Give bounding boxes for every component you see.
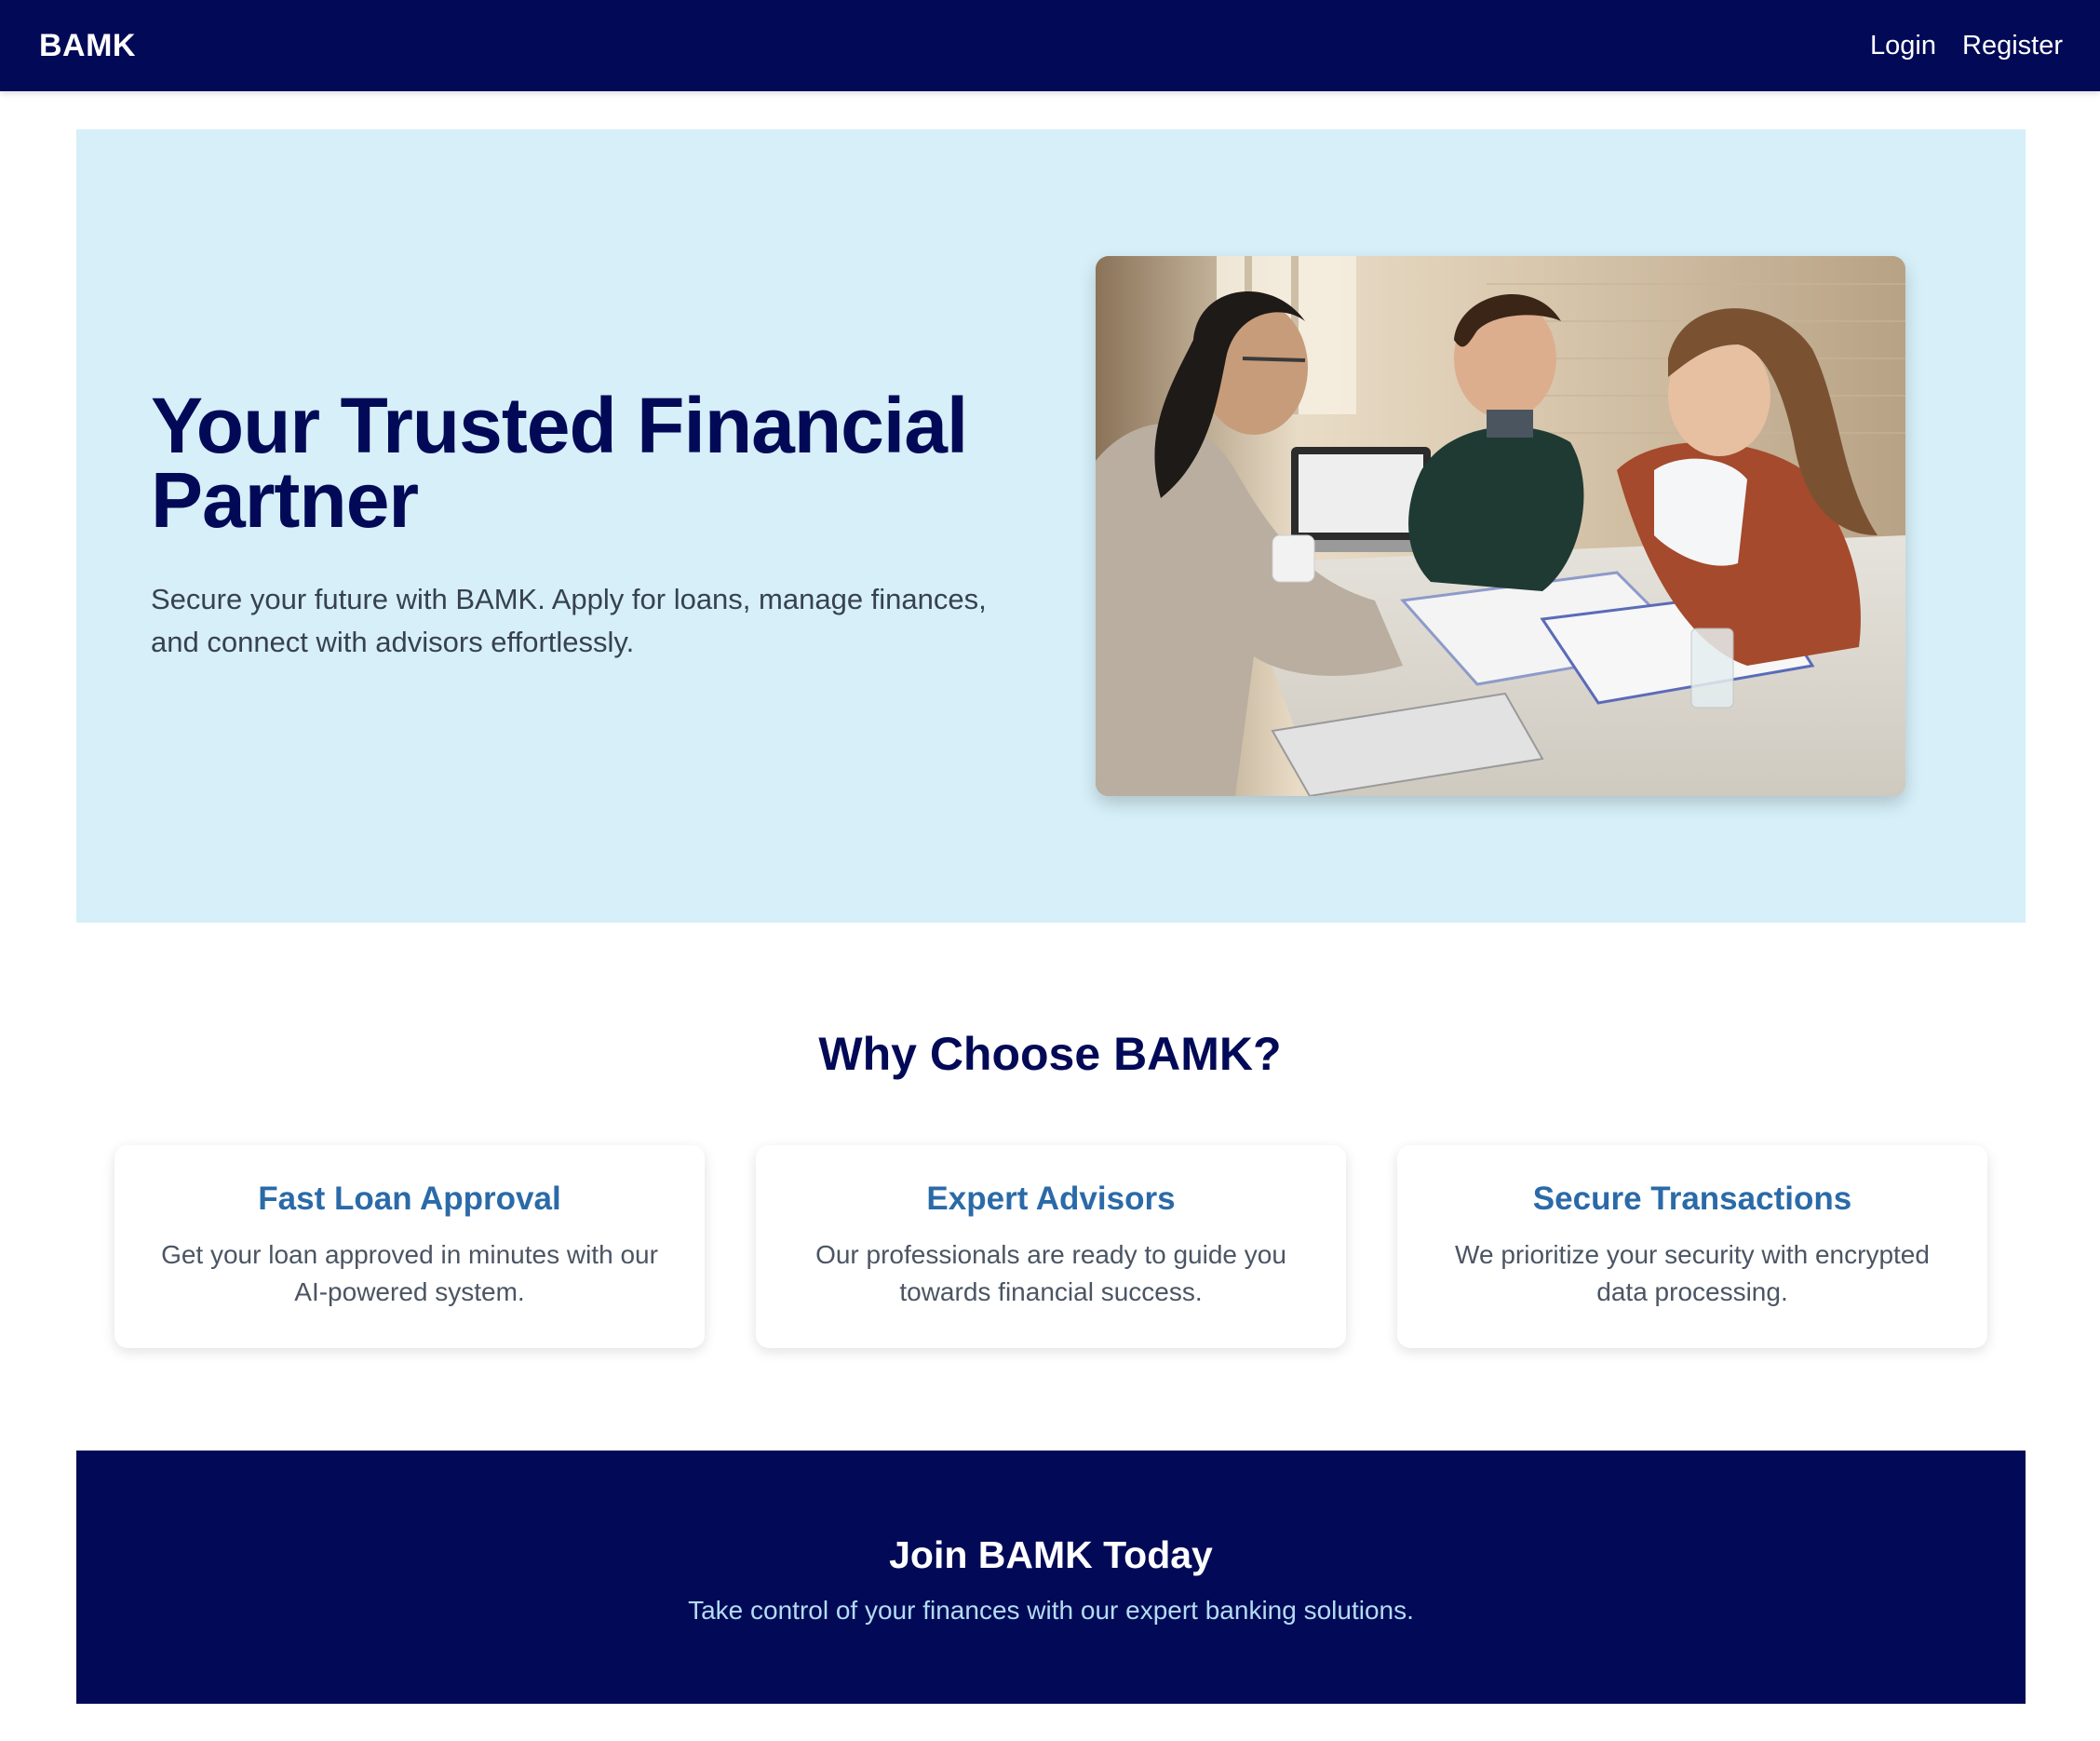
feature-card-title: Fast Loan Approval bbox=[258, 1181, 561, 1217]
feature-card-text: Get your loan approved in minutes with o… bbox=[161, 1240, 658, 1306]
brand-logo[interactable]: BAMK bbox=[39, 28, 136, 64]
feature-card-text: We prioritize your security with encrypt… bbox=[1455, 1240, 1930, 1306]
hero-image bbox=[1096, 256, 1905, 796]
hero-title: Your Trusted Financial Partner bbox=[151, 382, 968, 544]
hero-text: Your Trusted Financial Partner Secure yo… bbox=[151, 382, 1091, 664]
cta-title: Join BAMK Today bbox=[889, 1533, 1213, 1576]
advisor-meeting-photo bbox=[1096, 256, 1905, 796]
login-link[interactable]: Login bbox=[1870, 31, 1936, 61]
cta-subtitle: Take control of your finances with our e… bbox=[688, 1596, 1414, 1625]
nav-links: Login Register bbox=[1870, 31, 2063, 61]
feature-card-expert-advisors: Expert Advisors Our professionals are re… bbox=[756, 1145, 1346, 1348]
hero-section: Your Trusted Financial Partner Secure yo… bbox=[76, 129, 2026, 923]
hero-subtitle: Secure your future with BAMK. Apply for … bbox=[151, 583, 987, 658]
feature-card-text: Our professionals are ready to guide you… bbox=[815, 1240, 1286, 1306]
features-title: Why Choose BAMK? bbox=[818, 1028, 1282, 1080]
register-link[interactable]: Register bbox=[1962, 31, 2063, 61]
navbar: BAMK Login Register bbox=[0, 0, 2100, 91]
feature-card-title: Expert Advisors bbox=[926, 1181, 1176, 1217]
feature-card-secure-transactions: Secure Transactions We prioritize your s… bbox=[1397, 1145, 1987, 1348]
feature-card-fast-loan: Fast Loan Approval Get your loan approve… bbox=[114, 1145, 705, 1348]
cta-section: Join BAMK Today Take control of your fin… bbox=[76, 1451, 2026, 1704]
feature-card-title: Secure Transactions bbox=[1532, 1181, 1852, 1217]
